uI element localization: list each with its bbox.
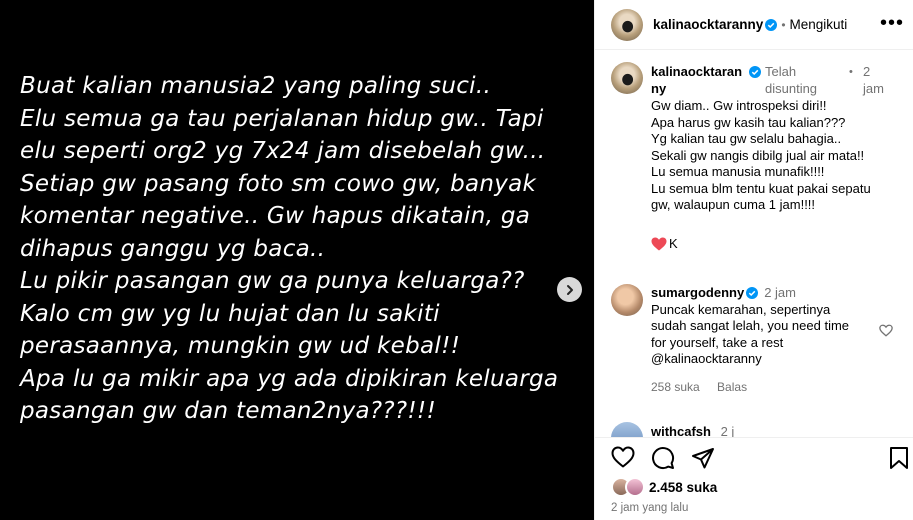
media-text-line: Kalo cm gw yg lu hujat dan lu sakiti	[20, 300, 440, 327]
caption-time-line2: jam	[863, 80, 884, 96]
caption-username-line2[interactable]: ny	[651, 81, 742, 98]
commenter-username[interactable]: sumargodenny	[651, 285, 744, 302]
media-text-line: Setiap gw pasang foto sm cowo gw, banyak	[20, 170, 537, 197]
post-media: Buat kalian manusia2 yang paling suci.. E…	[0, 0, 594, 520]
media-text-line: Elu semua ga tau perjalanan hidup gw.. T…	[20, 105, 544, 132]
comment-item: sumargodenny 2 jam Puncak kemarahan, sep…	[611, 284, 901, 404]
caption-author-avatar[interactable]	[611, 62, 643, 94]
media-text-line: Buat kalian manusia2 yang paling suci..	[20, 73, 492, 99]
caption-text: Gw diam.. Gw introspeksi diri!! Apa harus…	[651, 98, 901, 214]
post-side-panel: kalinaocktaranny • Mengikuti ••• kalinao…	[594, 0, 913, 520]
commenter-avatar[interactable]	[611, 284, 643, 316]
save-bookmark-icon[interactable]	[889, 446, 909, 475]
caption-text-line: Sekali gw nangis dibilg jual air mata!!	[651, 147, 865, 163]
author-username[interactable]: kalinaocktaranny	[653, 17, 763, 32]
comment-text-line: for yourself, take a rest	[651, 334, 784, 350]
caption-text-line: Gw diam.. Gw introspeksi diri!!	[651, 98, 827, 113]
comment-likes[interactable]: 258 suka	[651, 380, 700, 394]
mention-link[interactable]: @kalinaocktaranny	[651, 351, 875, 368]
commenter-username[interactable]: withcafsh	[651, 424, 711, 437]
comments-list: kalinaocktaran ny Telah disunting • 2 ja…	[595, 50, 913, 437]
post-actions: 2.458 suka 2 jam yang lalu	[595, 438, 913, 520]
likes-summary[interactable]: 2.458 suka	[611, 477, 717, 497]
media-text-line: pasangan gw dan teman2nya???!!!	[20, 398, 436, 424]
caption-text-line: Apa harus gw kasih tau kalian???	[651, 114, 846, 130]
caption-time-line1: 2	[863, 64, 871, 79]
media-text-line: Lu pikir pasangan gw ga punya keluarga??	[20, 268, 525, 294]
verified-badge-icon	[749, 66, 761, 78]
media-text-line: perasaannya, mungkin gw ud kebal!!	[20, 333, 461, 359]
caption-separator: •	[849, 66, 853, 78]
caption-signature: K	[669, 235, 678, 251]
liker-avatar	[625, 477, 645, 497]
post-timestamp[interactable]: 2 jam yang lalu	[611, 502, 688, 514]
caption-comment: kalinaocktaran ny Telah disunting • 2 ja…	[611, 62, 901, 272]
comment-item: withcafsh 2 j	[611, 422, 901, 437]
header-separator: •	[781, 17, 786, 32]
likes-count[interactable]: 2.458 suka	[649, 480, 717, 495]
comment-time[interactable]: 2 jam	[764, 285, 796, 302]
caption-text-line: Yg kalian tau gw selalu bahagia..	[651, 131, 842, 146]
more-options-icon[interactable]: •••	[880, 12, 904, 35]
following-button[interactable]: Mengikuti	[790, 17, 848, 32]
caption-text-line: gw, walaupun cuma 1 jam!!!!	[651, 197, 816, 212]
comment-bubble-icon[interactable]	[651, 446, 675, 475]
commenter-avatar[interactable]	[611, 422, 643, 437]
comment-text-line: sudah sangat lelah, you need time	[651, 318, 850, 333]
author-avatar[interactable]	[611, 8, 643, 41]
media-text-line: komentar negative.. Gw hapus dikatain, g…	[20, 203, 531, 229]
red-heart-icon	[651, 237, 667, 251]
media-text-line: Apa lu ga mikir apa yg ada dipikiran kel…	[20, 365, 559, 392]
like-comment-heart-icon[interactable]	[879, 324, 893, 342]
media-text-line: dihapus ganggu yg baca..	[20, 235, 326, 262]
caption-username-line1[interactable]: kalinaocktaran	[651, 64, 742, 81]
share-send-icon[interactable]	[691, 446, 715, 475]
verified-badge-icon	[746, 287, 759, 300]
next-slide-button[interactable]	[557, 277, 582, 302]
comment-text: Puncak kemarahan, sepertinya sudah sangat…	[651, 302, 875, 368]
reply-button[interactable]: Balas	[717, 380, 747, 394]
verified-badge-icon	[765, 18, 778, 31]
edited-label-line1: Telah	[765, 64, 797, 79]
post-header: kalinaocktaranny • Mengikuti •••	[595, 0, 913, 50]
media-text-line: elu seperti org2 yg 7x24 jam disebelah g…	[20, 138, 546, 164]
caption-text-line: Lu semua blm tentu kuat pakai sepatu	[651, 180, 871, 196]
edited-label-line2: disunting	[765, 80, 818, 96]
chevron-right-icon	[566, 284, 573, 295]
like-heart-icon[interactable]	[611, 446, 635, 473]
caption-text-line: Lu semua manusia munafik!!!!	[651, 164, 825, 179]
comment-time[interactable]: 2 j	[721, 424, 735, 437]
media-text-block: Buat kalian manusia2 yang paling suci.. E…	[20, 70, 574, 428]
comment-text-line: Puncak kemarahan, sepertinya	[651, 301, 831, 317]
